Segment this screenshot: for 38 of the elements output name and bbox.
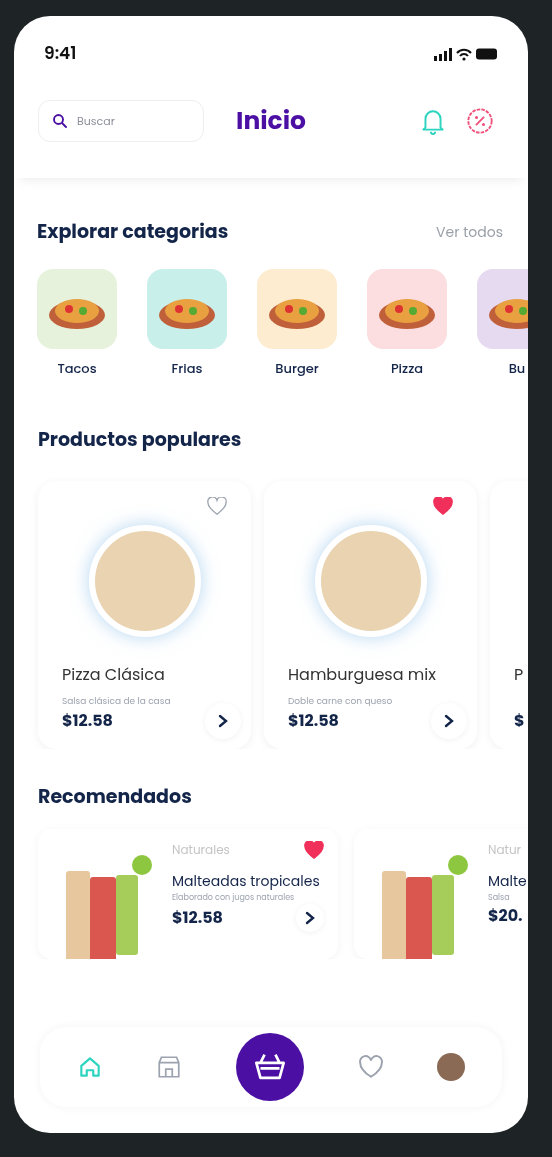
product-description: Elaborado con jugos naturales [172, 892, 296, 904]
section-title: Explorar categorias [37, 218, 229, 247]
category-label: Frias [171, 358, 203, 378]
category-item[interactable]: Frias [147, 268, 227, 378]
category-item[interactable]: Bu [477, 268, 528, 378]
product-category: Natur [488, 841, 522, 859]
page-title: Inicio [236, 102, 307, 140]
product-name: Hamburguesa mix [288, 661, 437, 687]
search-input[interactable]: Buscar [77, 112, 177, 130]
product-description: Salsa [488, 892, 511, 904]
category-label: Tacos [57, 358, 97, 378]
category-item[interactable]: Pizza [367, 268, 447, 378]
product-card[interactable]: Hamburguesa mix Doble carne con queso $12.58 [264, 480, 477, 749]
product-category: Naturales [172, 841, 230, 859]
recommended-card[interactable]: Natur Malte Salsa $20. [354, 829, 528, 959]
product-name: P [514, 661, 525, 687]
category-item[interactable]: Tacos [37, 268, 117, 378]
product-price: $12.58 [62, 708, 113, 733]
product-description: Salsa clásica de la casa [62, 694, 171, 707]
product-name: Pizza Clásica [62, 661, 166, 687]
product-name: Malte [488, 870, 528, 892]
section-title: Recomendados [37, 781, 193, 811]
category-label: Bu [508, 358, 526, 378]
product-price: $12.58 [172, 906, 223, 930]
category-label: Burger [275, 358, 319, 378]
section-title: Productos populares [37, 425, 243, 455]
recommended-card[interactable]: Naturales Malteadas tropicales Elaborado con jugos naturales $12.58 [38, 829, 338, 959]
product-name: Malteadas tropicales [172, 870, 321, 892]
product-price: $12.58 [288, 708, 339, 733]
product-price: $20. [488, 904, 523, 928]
category-label: Pizza [390, 358, 424, 378]
category-item[interactable]: Burger [257, 268, 337, 378]
search-field[interactable]: Buscar [38, 100, 204, 142]
product-card[interactable]: P $ [490, 480, 528, 749]
product-price: $ [514, 708, 525, 733]
product-card[interactable]: Pizza Clásica Salsa clásica de la casa $12.58 [38, 480, 251, 749]
product-description: Doble carne con queso [288, 694, 393, 707]
status-time: 9:41 [44, 41, 77, 67]
